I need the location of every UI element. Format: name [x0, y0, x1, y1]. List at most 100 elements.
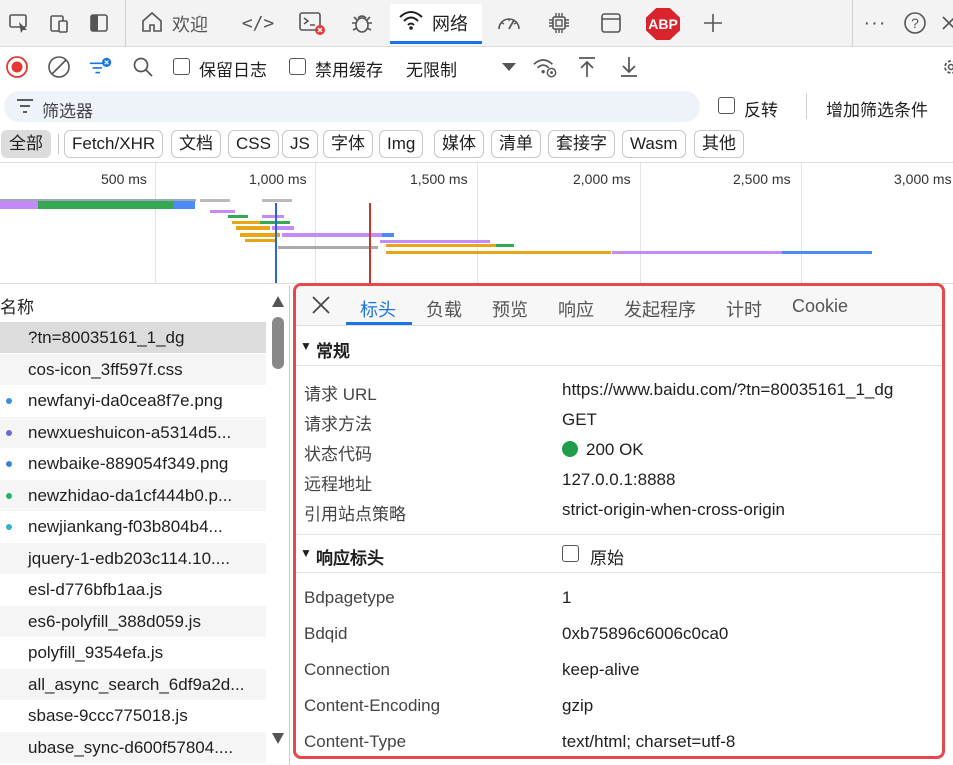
preserve-log-checkbox[interactable] [173, 58, 190, 75]
request-name: all_async_search_6df9a2d... [28, 674, 245, 694]
network-toolbar: 保留日志 禁用缓存 无限制 [0, 47, 953, 87]
settings-icon[interactable] [938, 54, 953, 80]
request-name: newxueshuicon-a5314d5... [28, 422, 232, 442]
request-name: newjiankang-f03b804b4... [28, 517, 223, 536]
tab-initiator[interactable]: 发起程序 [624, 296, 696, 322]
remote-address-value: 127.0.0.1:8888 [562, 470, 676, 489]
request-row[interactable]: newzhidao-da1cf444b0.p... [0, 479, 266, 511]
disable-cache-label: 禁用缓存 [315, 61, 383, 80]
request-row[interactable]: es6-polyfill_388d059.js [0, 605, 266, 637]
request-row[interactable]: esl-d776bfb1aa.js [0, 574, 266, 605]
download-icon[interactable] [616, 54, 642, 80]
dock-icon[interactable] [84, 8, 114, 38]
raw-checkbox[interactable] [562, 545, 579, 562]
elements-icon[interactable]: </> [242, 8, 275, 38]
clear-icon[interactable] [46, 54, 72, 80]
type-filter-all[interactable]: 全部 [1, 130, 51, 158]
type-filter-manifest[interactable]: 清单 [491, 130, 541, 158]
detail-tabs: 标头 负载 预览 响应 发起程序 计时 Cookie [296, 286, 942, 326]
tab-welcome-label: 欢迎 [172, 15, 208, 35]
file-type-icon [6, 398, 12, 404]
request-row[interactable]: sbase-9ccc775018.js [0, 700, 266, 731]
request-row[interactable]: all_async_search_6df9a2d... [0, 668, 266, 700]
type-filter-other[interactable]: 其他 [694, 130, 744, 158]
wifi-icon [398, 9, 424, 36]
tab-headers[interactable]: 标头 [360, 296, 396, 322]
tab-network[interactable]: 网络 [390, 4, 482, 44]
request-name: ?tn=80035161_1_dg [28, 328, 185, 347]
console-icon[interactable] [297, 8, 327, 38]
general-section-toggle[interactable]: ▼ 常规 [296, 330, 942, 364]
triangle-down-icon: ▼ [300, 339, 312, 353]
type-filter-img[interactable]: Img [379, 130, 424, 158]
type-filter-font[interactable]: 字体 [323, 130, 373, 158]
record-icon[interactable] [4, 54, 30, 80]
close-detail-icon[interactable] [310, 294, 332, 321]
header-value: keep-alive [562, 660, 640, 679]
request-row[interactable]: newjiankang-f03b804b4... [0, 511, 266, 542]
type-filter-css[interactable]: CSS [228, 130, 279, 158]
request-name: newbaike-889054f349.png [28, 454, 229, 473]
more-icon[interactable]: ··· [860, 8, 890, 38]
tab-cookie[interactable]: Cookie [792, 296, 848, 317]
type-filter-socket[interactable]: 套接字 [548, 130, 615, 158]
request-name: newzhidao-da1cf444b0.p... [28, 485, 233, 505]
more-filters-button[interactable]: 增加筛选条件 [826, 96, 928, 121]
help-icon[interactable]: ? [900, 8, 930, 38]
headers-detail-panel: 标头 负载 预览 响应 发起程序 计时 Cookie ▼ 常规 请求 URL h… [293, 283, 945, 759]
request-row[interactable]: polyfill_9354efa.js [0, 637, 266, 668]
request-row[interactable]: newbaike-889054f349.png [0, 448, 266, 479]
filter-toggle-icon[interactable] [88, 54, 114, 80]
application-icon[interactable] [596, 8, 626, 38]
request-row[interactable]: ?tn=80035161_1_dg [0, 322, 266, 353]
tab-preview[interactable]: 预览 [492, 296, 528, 322]
chevron-down-icon[interactable] [496, 54, 522, 80]
request-row[interactable]: ubase_sync-d600f57804.... [0, 731, 266, 763]
request-row[interactable]: cos-icon_3ff597f.css [0, 353, 266, 385]
list-scrollbar[interactable] [268, 285, 288, 755]
filter-input[interactable]: 筛选器 [4, 91, 700, 122]
invert-checkbox[interactable] [718, 97, 735, 114]
file-type-icon [6, 524, 12, 530]
request-row[interactable]: jquery-1-edb203c114.10.... [0, 542, 266, 574]
name-column-header[interactable]: 名称 [0, 293, 34, 318]
type-filter-wasm[interactable]: Wasm [622, 130, 686, 158]
tab-welcome[interactable]: 欢迎 [140, 4, 232, 44]
throttling-select[interactable]: 无限制 [406, 56, 457, 81]
performance-icon[interactable] [494, 8, 524, 38]
filter-icon [16, 98, 34, 119]
tab-response[interactable]: 响应 [558, 296, 594, 322]
close-icon[interactable] [934, 8, 953, 38]
adblock-icon[interactable]: ABP [646, 8, 680, 40]
request-name: ubase_sync-d600f57804.... [28, 737, 234, 757]
inspect-icon[interactable] [4, 8, 34, 38]
request-method-label: 请求方法 [304, 415, 372, 434]
type-filter-js[interactable]: JS [282, 130, 318, 158]
tab-network-label: 网络 [432, 13, 468, 34]
remote-address-label: 远程地址 [304, 475, 372, 494]
header-name: Content-Encoding [304, 696, 441, 715]
bug-icon[interactable] [347, 8, 377, 38]
overview-waterfall [0, 199, 872, 283]
disable-cache-checkbox[interactable] [289, 58, 306, 75]
status-code-label: 状态代码 [304, 445, 372, 464]
tab-payload[interactable]: 负载 [426, 296, 462, 322]
type-filter-doc[interactable]: 文档 [171, 130, 221, 158]
add-icon[interactable] [698, 8, 728, 38]
search-icon[interactable] [130, 54, 156, 80]
memory-icon[interactable] [544, 8, 574, 38]
type-filter-fetch-xhr[interactable]: Fetch/XHR [64, 130, 164, 158]
network-conditions-icon[interactable] [532, 54, 558, 80]
preserve-log-label: 保留日志 [199, 61, 267, 80]
header-name: Bdpagetype [304, 588, 395, 607]
header-value: 0xb75896c6006c0ca0 [562, 624, 729, 643]
request-row[interactable]: newxueshuicon-a5314d5... [0, 416, 266, 448]
tab-timing[interactable]: 计时 [726, 296, 762, 322]
response-headers-title: 响应标头 [316, 549, 384, 568]
triangle-down-icon: ▼ [300, 546, 312, 560]
network-overview[interactable]: 500 ms 1,000 ms 1,500 ms 2,000 ms 2,500 … [0, 162, 953, 284]
upload-icon[interactable] [574, 54, 600, 80]
device-icon[interactable] [44, 8, 74, 38]
type-filter-media[interactable]: 媒体 [434, 130, 484, 158]
request-row[interactable]: newfanyi-da0cea8f7e.png [0, 385, 266, 416]
